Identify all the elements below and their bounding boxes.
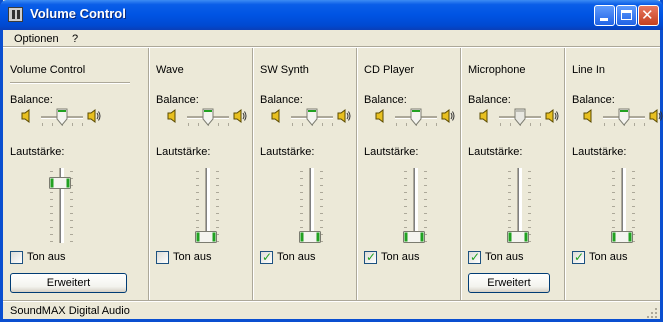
balance-thumb[interactable]: [514, 108, 526, 126]
channel-volume-control: Volume Control Balance: Lautstärke: Ton aus…: [3, 48, 148, 301]
menu-bar: Optionen ?: [3, 30, 660, 47]
mute-label: Ton aus: [277, 251, 316, 263]
balance-thumb[interactable]: [56, 108, 68, 126]
mute-label: Ton aus: [485, 251, 524, 263]
balance-label: Balance:: [468, 94, 511, 106]
channel-name: Line In: [572, 64, 606, 76]
balance-slider[interactable]: [468, 106, 559, 128]
checkbox-box[interactable]: ✓: [468, 250, 481, 264]
left-speaker-icon: [583, 109, 597, 123]
balance-slider[interactable]: [260, 106, 351, 128]
menu-optionen[interactable]: Optionen: [14, 33, 59, 45]
volume-thumb[interactable]: [195, 231, 217, 243]
mute-label: Ton aus: [589, 251, 628, 263]
checkbox-box[interactable]: [10, 251, 23, 264]
channel-name: Wave: [156, 64, 184, 76]
volume-label: Lautstärke:: [10, 146, 65, 158]
channel-name: CD Player: [364, 64, 415, 76]
volume-slider[interactable]: [298, 168, 328, 248]
checkmark-icon: ✓: [470, 250, 481, 264]
volume-label: Lautstärke:: [468, 146, 523, 158]
volume-control-window: Volume Control ✕ Optionen ? Volume Contr…: [0, 0, 663, 322]
resize-grip-icon[interactable]: [646, 306, 658, 318]
status-text: SoundMAX Digital Audio: [10, 305, 130, 317]
channel-sw-synth: SW Synth Balance: Lautstärke: ✓ Ton aus: [252, 48, 357, 301]
volume-thumb[interactable]: [507, 231, 529, 243]
maximize-button[interactable]: [616, 5, 637, 26]
close-button[interactable]: ✕: [638, 5, 659, 26]
advanced-button[interactable]: Erweitert: [468, 273, 550, 293]
balance-slider[interactable]: [10, 106, 101, 128]
balance-label: Balance:: [10, 94, 53, 106]
volume-slider[interactable]: [610, 168, 640, 248]
volume-label: Lautstärke:: [156, 146, 211, 158]
volume-label: Lautstärke:: [572, 146, 627, 158]
channel-area: Volume Control Balance: Lautstärke: Ton aus…: [3, 47, 663, 301]
channel-microphone: Microphone Balance: Lautstärke: ✓ Ton aus Erw…: [460, 48, 565, 301]
channel-name: Volume Control: [10, 64, 86, 76]
volume-thumb[interactable]: [49, 177, 71, 189]
menu-help[interactable]: ?: [72, 33, 78, 45]
left-speaker-icon: [271, 109, 285, 123]
left-speaker-icon: [375, 109, 389, 123]
title-bar[interactable]: Volume Control ✕: [0, 0, 663, 30]
balance-thumb[interactable]: [618, 108, 630, 126]
right-speaker-icon: [337, 109, 351, 123]
volume-slider[interactable]: [402, 168, 432, 248]
checkbox-box[interactable]: ✓: [364, 250, 377, 264]
right-speaker-icon: [441, 109, 455, 123]
mute-label: Ton aus: [381, 251, 420, 263]
checkbox-box[interactable]: [156, 251, 169, 264]
checkbox-box[interactable]: ✓: [572, 250, 585, 264]
volume-label: Lautstärke:: [260, 146, 315, 158]
volume-slider[interactable]: [506, 168, 536, 248]
mute-label: Ton aus: [173, 251, 212, 263]
balance-label: Balance:: [156, 94, 199, 106]
balance-slider[interactable]: [156, 106, 247, 128]
volume-slider[interactable]: [194, 168, 224, 248]
balance-label: Balance:: [364, 94, 407, 106]
balance-thumb[interactable]: [306, 108, 318, 126]
left-speaker-icon: [21, 109, 35, 123]
volume-thumb[interactable]: [403, 231, 425, 243]
minimize-button[interactable]: [594, 5, 615, 26]
channel-wave: Wave Balance: Lautstärke: Ton aus: [148, 48, 253, 301]
left-speaker-icon: [167, 109, 181, 123]
checkmark-icon: ✓: [366, 250, 377, 264]
balance-label: Balance:: [572, 94, 615, 106]
volume-thumb[interactable]: [299, 231, 321, 243]
channel-line-in: Line In Balance: Lautstärke: ✓ Ton aus: [564, 48, 663, 301]
right-speaker-icon: [649, 109, 663, 123]
volume-label: Lautstärke:: [364, 146, 419, 158]
advanced-button[interactable]: Erweitert: [10, 273, 127, 293]
status-bar: SoundMAX Digital Audio: [3, 300, 660, 320]
channel-name: Microphone: [468, 64, 526, 76]
right-speaker-icon: [545, 109, 559, 123]
balance-slider[interactable]: [364, 106, 455, 128]
left-speaker-icon: [479, 109, 493, 123]
window-title: Volume Control: [30, 6, 126, 21]
channel-name: SW Synth: [260, 64, 309, 76]
checkbox-box[interactable]: ✓: [260, 250, 273, 264]
header-divider: [10, 82, 130, 84]
checkmark-icon: ✓: [262, 250, 273, 264]
right-speaker-icon: [87, 109, 101, 123]
volume-thumb[interactable]: [611, 231, 633, 243]
mute-label: Ton aus: [27, 251, 66, 263]
channel-cd-player: CD Player Balance: Lautstärke: ✓ Ton aus: [356, 48, 461, 301]
checkmark-icon: ✓: [574, 250, 585, 264]
balance-label: Balance:: [260, 94, 303, 106]
balance-thumb[interactable]: [410, 108, 422, 126]
balance-thumb[interactable]: [202, 108, 214, 126]
volume-slider[interactable]: [48, 168, 78, 248]
volume-app-icon[interactable]: [8, 7, 23, 22]
right-speaker-icon: [233, 109, 247, 123]
balance-slider[interactable]: [572, 106, 663, 128]
